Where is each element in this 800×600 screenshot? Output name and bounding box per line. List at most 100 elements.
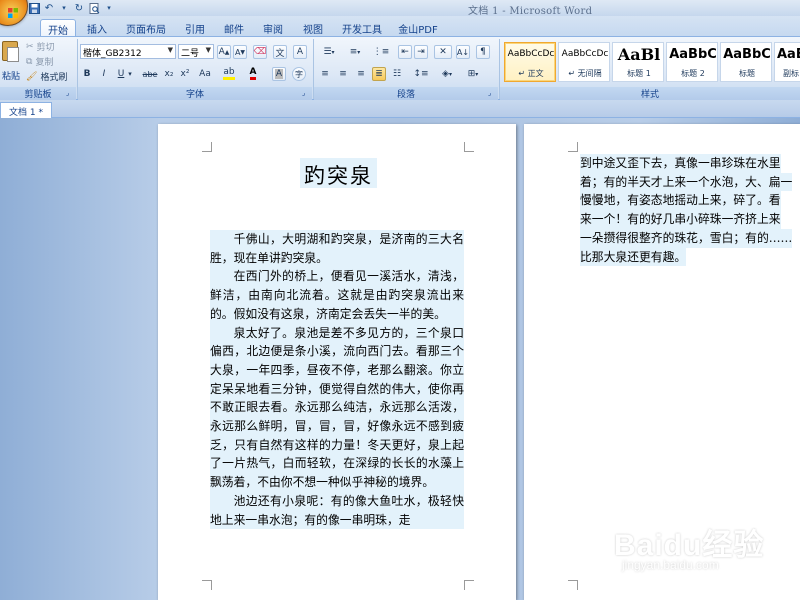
font-name-value: 楷体_GB2312 — [83, 49, 142, 59]
change-case-button[interactable]: Aa — [196, 67, 214, 81]
character-shading-icon: A — [274, 69, 284, 79]
strikethrough-button[interactable]: abe — [140, 67, 160, 81]
align-right-icon: ≡ — [357, 69, 365, 79]
align-left-icon: ≡ — [321, 69, 329, 79]
align-left-button[interactable]: ≡ — [318, 67, 332, 81]
shading-button[interactable]: ◈ ▾ — [436, 67, 458, 81]
redo-icon[interactable]: ↻ — [73, 2, 85, 14]
chinese-layout-button[interactable]: ✕ — [434, 45, 452, 59]
style-no-spacing[interactable]: AaBbCcDc ↵ 无间隔 — [558, 42, 610, 82]
sort-button[interactable]: A↓ — [456, 45, 470, 59]
undo-icon[interactable]: ↶ — [43, 2, 55, 14]
tab-view[interactable]: 视图 — [296, 19, 330, 36]
margin-corner-mark — [568, 580, 578, 590]
paragraph-launcher-icon[interactable]: ⌟ — [488, 89, 496, 97]
line-spacing-icon: ↕≡ — [413, 69, 429, 79]
clipboard-launcher-icon[interactable]: ⌟ — [66, 89, 74, 97]
bullets-button[interactable]: ☰ ▾ — [318, 45, 340, 59]
justify-button[interactable]: ≣ — [372, 67, 386, 81]
align-center-icon: ≡ — [339, 69, 347, 79]
underline-dropdown-icon[interactable]: ▾ — [126, 67, 134, 81]
align-center-button[interactable]: ≡ — [336, 67, 350, 81]
highlight-icon[interactable]: ab — [222, 67, 236, 81]
font-color-icon[interactable]: A — [246, 67, 260, 81]
paragraph-group-label: 段落 — [314, 87, 498, 100]
text-line: 慢慢地，有姿态地摇动上来，碎了。看 — [580, 191, 781, 211]
tab-review[interactable]: 审阅 — [256, 19, 290, 36]
character-border-button[interactable]: A — [293, 45, 307, 59]
title-bar: ↶ ▾ ↻ ▾ 文档 1 - Microsoft Word — [0, 0, 800, 26]
copy-button[interactable]: ⧉ 复制 — [26, 55, 54, 69]
tab-references[interactable]: 引用 — [178, 19, 212, 36]
bold-button[interactable]: B — [80, 67, 94, 81]
character-border-icon: A — [296, 47, 304, 57]
copy-label: 复制 — [35, 58, 54, 68]
customize-qat-icon[interactable]: ▾ — [103, 2, 115, 14]
document-title: 趵突泉 — [300, 158, 377, 188]
document-body: 到中途又歪下去，真像一串珍珠在水里 着；有的半天才上来一个水泡，大、扁一 慢慢地… — [580, 154, 800, 267]
tab-home[interactable]: 开始 — [40, 19, 76, 37]
paint-bucket-icon: ◈ — [442, 69, 449, 79]
phonetic-guide-button[interactable]: 文 — [273, 45, 287, 59]
paste-icon — [2, 41, 19, 62]
superscript-button[interactable]: x² — [178, 67, 192, 81]
character-shading-button[interactable]: A — [272, 67, 286, 81]
style-title[interactable]: AaBbC 标题 — [720, 42, 772, 82]
decrease-indent-button[interactable]: ⇤ — [398, 45, 412, 59]
font-size-combo[interactable]: 二号 ▼ — [178, 44, 214, 59]
style-name: ↵ 正文 — [518, 69, 544, 78]
font-launcher-icon[interactable]: ⌟ — [302, 89, 310, 97]
dropdown-icon[interactable]: ▾ — [58, 2, 70, 14]
tab-mailings[interactable]: 邮件 — [217, 19, 251, 36]
clipboard-group-label: 剪贴板 — [0, 87, 76, 100]
tab-developer[interactable]: 开发工具 — [336, 19, 388, 36]
save-icon[interactable] — [28, 2, 40, 14]
scissors-icon: ✂ — [26, 41, 34, 52]
shrink-font-button[interactable]: A ▼ — [233, 45, 247, 59]
style-normal[interactable]: AaBbCcDc ↵ 正文 — [504, 42, 556, 82]
paragraph: 池边还有小泉呢：有的像大鱼吐水，极轻快地上来一串水泡；有的像一串明珠，走 — [210, 491, 464, 530]
format-painter-button[interactable]: 🖌 格式刷 — [26, 70, 67, 84]
line-spacing-button[interactable]: ↕≡ — [410, 67, 432, 81]
multilevel-list-icon: ⋮≡ — [372, 47, 390, 57]
show-marks-button[interactable]: ¶ — [476, 45, 490, 59]
font-name-combo[interactable]: 楷体_GB2312 ▼ — [80, 44, 176, 59]
ribbon-tab-bar: 开始 插入 页面布局 引用 邮件 审阅 视图 开发工具 金山PDF — [0, 16, 800, 47]
grow-font-button[interactable]: A ▲ — [217, 45, 231, 59]
brush-icon: 🖌 — [26, 71, 38, 82]
style-subtitle[interactable]: AaBbC 副标 — [774, 42, 800, 82]
bullet-list-icon: ☰ — [323, 47, 332, 57]
style-heading-2[interactable]: AaBbC 标题 2 — [666, 42, 718, 82]
document-tab-bar: 文档 1 * ✕ — [0, 100, 800, 127]
tab-page-layout[interactable]: 页面布局 — [120, 19, 172, 36]
style-sample: AaBbC — [777, 47, 800, 62]
borders-button[interactable]: ⊞ ▾ — [462, 67, 484, 81]
cut-button[interactable]: ✂ 剪切 — [26, 40, 55, 54]
paragraph: 千佛山，大明湖和趵突泉，是济南的三大名胜，现在单讲趵突泉。 — [210, 230, 464, 268]
document-tab[interactable]: 文档 1 * ✕ — [0, 102, 52, 127]
numbering-button[interactable]: ≡ ▾ — [344, 45, 366, 59]
align-right-button[interactable]: ≡ — [354, 67, 368, 81]
tab-insert[interactable]: 插入 — [80, 19, 114, 36]
subscript-button[interactable]: x₂ — [162, 67, 176, 81]
enclose-characters-icon: 字 — [295, 69, 303, 79]
style-heading-1[interactable]: AaBl 标题 1 — [612, 42, 664, 82]
margin-corner-mark — [202, 580, 212, 590]
enclose-characters-button[interactable]: 字 — [292, 67, 306, 81]
font-size-value: 二号 — [181, 49, 200, 59]
increase-indent-button[interactable]: ⇥ — [414, 45, 428, 59]
clear-formatting-button[interactable]: ⌫ — [253, 45, 267, 59]
paragraph: 在西门外的桥上，便看见一溪活水，清浅，鲜洁，由南向北流着。这就是由趵突泉流出来的… — [210, 267, 464, 324]
italic-button[interactable]: I — [97, 67, 111, 81]
paste-button[interactable]: 粘贴 — [0, 39, 22, 85]
distributed-button[interactable]: ☷ — [390, 67, 404, 81]
multilevel-list-button[interactable]: ⋮≡ — [370, 45, 392, 59]
style-name: 标题 2 — [681, 69, 705, 78]
chevron-down-icon: ▼ — [167, 46, 173, 54]
print-preview-icon[interactable] — [88, 2, 100, 14]
style-sample: AaBbC — [669, 47, 717, 62]
tab-kingsoft-pdf[interactable]: 金山PDF — [394, 19, 442, 36]
watermark-url: jingyan.baidu.com — [622, 558, 719, 572]
document-page[interactable]: 趵突泉 千佛山，大明湖和趵突泉，是济南的三大名胜，现在单讲趵突泉。 在西门外的桥… — [158, 124, 516, 600]
justify-icon: ≣ — [375, 69, 383, 79]
